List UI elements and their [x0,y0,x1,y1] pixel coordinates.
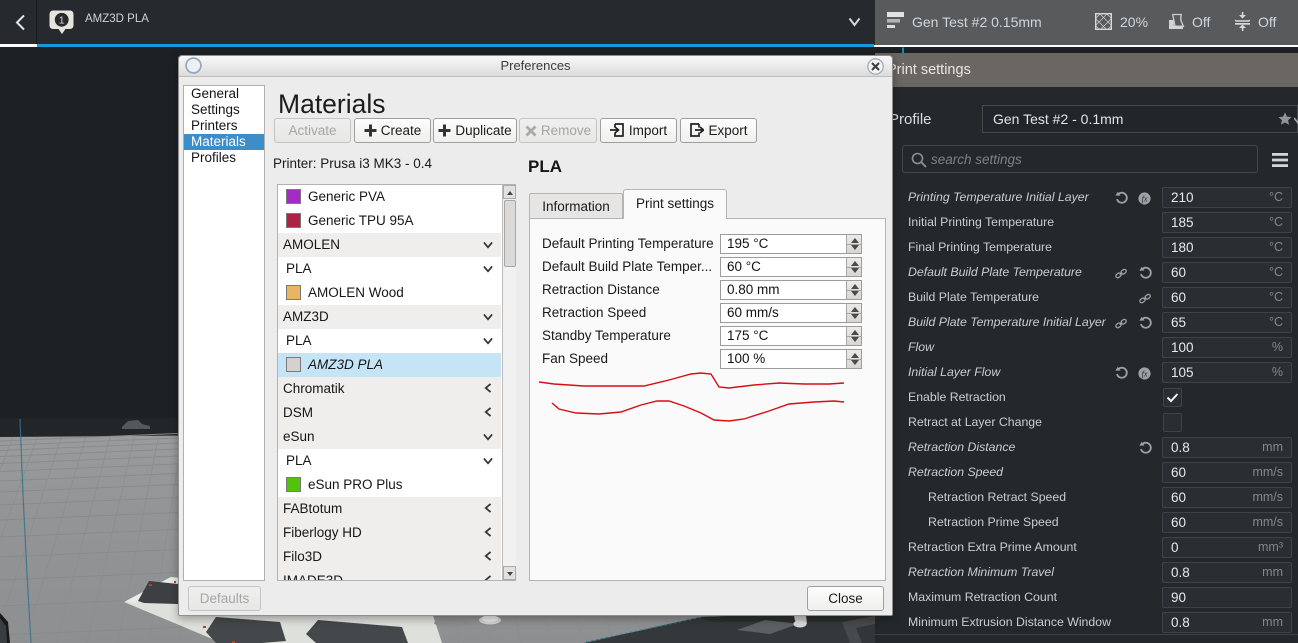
svg-text:1: 1 [59,15,65,27]
svg-text:fx: fx [1142,369,1148,378]
svg-text:fx: fx [1142,194,1148,203]
